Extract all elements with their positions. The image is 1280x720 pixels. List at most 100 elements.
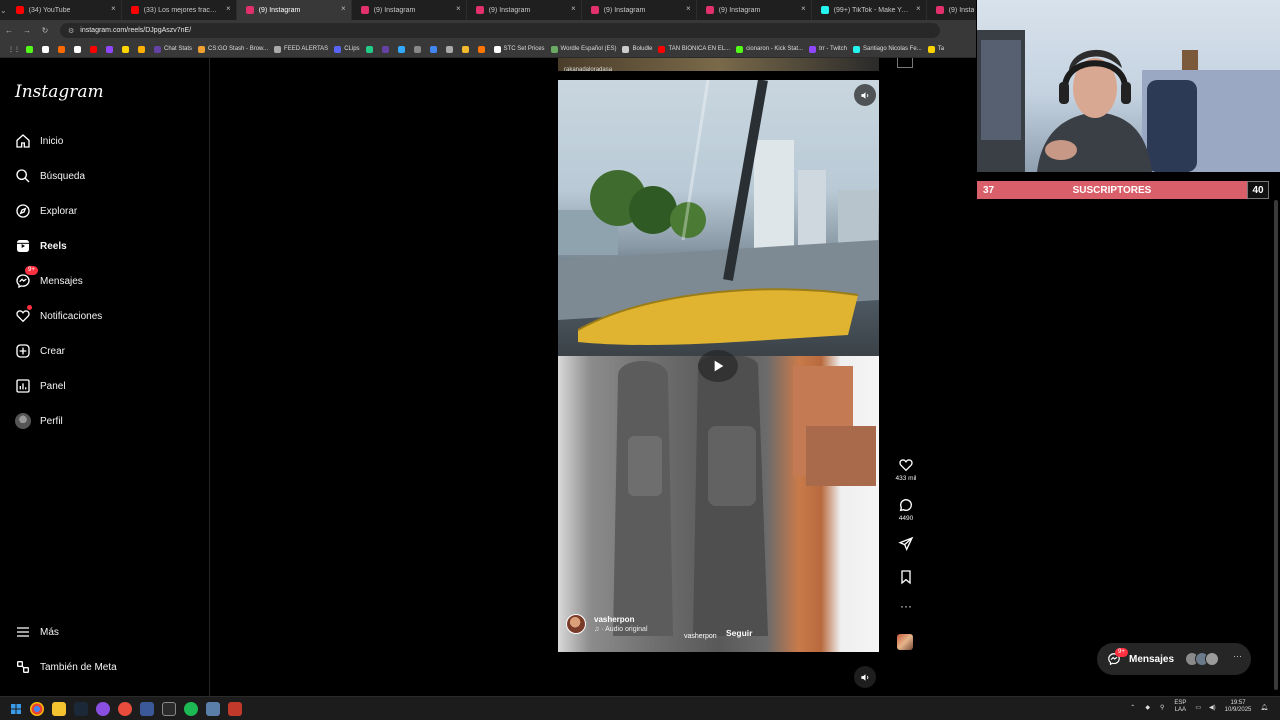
bookmark-item[interactable]: Wordle Español (ES)	[550, 45, 616, 53]
obs-icon[interactable]	[162, 701, 176, 716]
bookmark-item[interactable]	[58, 45, 68, 53]
bookmark-item[interactable]: CLips	[334, 45, 360, 53]
tab-close-icon[interactable]: ×	[226, 5, 231, 13]
notification-bell-icon[interactable]: 🔔︎	[1260, 704, 1268, 711]
volume-icon[interactable]: ◀)	[1209, 704, 1216, 711]
bookmark-item[interactable]	[26, 45, 36, 53]
bookmark-item[interactable]	[122, 45, 132, 53]
chevron-up-icon[interactable]: ⌃	[1130, 704, 1135, 711]
author-username[interactable]: vasherpon	[594, 615, 648, 624]
bookmark-item[interactable]	[461, 45, 472, 53]
bookmark-item[interactable]	[90, 45, 100, 53]
reload-icon[interactable]: ↻	[36, 26, 54, 35]
bookmark-item[interactable]: STC Set Prices	[493, 45, 545, 53]
bookmark-item[interactable]: Chat Stats	[154, 45, 192, 53]
nav-item-meta[interactable]: También de Meta	[15, 655, 117, 679]
bookmark-item[interactable]	[365, 45, 376, 53]
bookmark-item[interactable]: CS:GO Stash - Brow...	[198, 45, 268, 53]
author-avatar[interactable]	[566, 614, 586, 634]
tab-close-icon[interactable]: ×	[341, 5, 346, 13]
steam-icon[interactable]	[74, 701, 88, 716]
previous-reel-audio-thumb[interactable]	[897, 58, 913, 68]
browser-tab[interactable]: (9) Instagram ×	[697, 0, 812, 20]
forward-icon[interactable]: →	[18, 26, 36, 35]
nav-item-mensajes[interactable]: 9+ Mensajes	[15, 266, 83, 293]
browser-tab[interactable]: (9) Instagram ×	[236, 0, 352, 20]
browser-tab[interactable]: (9) Instagram ×	[352, 0, 467, 20]
nav-item-explorar[interactable]: Explorar	[15, 199, 77, 223]
chrome-icon[interactable]	[30, 701, 44, 716]
browser-tab[interactable]: (34) YouTube ×	[7, 0, 122, 20]
bookmark-item[interactable]	[106, 45, 116, 53]
like-action[interactable]: 433 mil	[893, 457, 919, 482]
tab-close-icon[interactable]: ×	[571, 5, 576, 13]
bookmark-item[interactable]	[138, 45, 148, 53]
language-indicator[interactable]: ESP LAA	[1174, 700, 1186, 714]
tab-close-icon[interactable]: ×	[111, 5, 116, 13]
bookmark-item[interactable]: TAN BIONICA EN EL...	[658, 45, 730, 53]
bookmark-item[interactable]: Ta	[927, 45, 944, 53]
bookmark-item[interactable]: FEED ALERTAS	[274, 45, 328, 53]
audio-username[interactable]: vasherpon	[684, 633, 717, 640]
apps-icon[interactable]: ⋮⋮	[8, 46, 20, 53]
nav-item-panel[interactable]: Panel	[15, 374, 66, 398]
bookmark-item[interactable]: Santiago Nicolas Fe...	[852, 45, 922, 53]
messages-pill[interactable]: 9+ Mensajes ···	[1097, 643, 1251, 675]
bookmark-item[interactable]	[445, 45, 456, 53]
app-icon[interactable]	[140, 701, 154, 716]
tab-close-icon[interactable]: ×	[801, 5, 806, 13]
bookmark-item[interactable]	[429, 45, 440, 53]
reel-video[interactable]: vasherpon ♫ · Audio original vasherpon S…	[558, 80, 879, 652]
clock[interactable]: 19:57 10/9/2025	[1225, 700, 1252, 714]
bookmark-item[interactable]	[477, 45, 488, 53]
comment-action[interactable]: 4490	[893, 497, 919, 522]
nav-item-crear[interactable]: Crear	[15, 339, 65, 363]
next-reel-mute-button[interactable]	[854, 666, 876, 688]
save-action[interactable]	[893, 569, 919, 585]
browser-tab[interactable]: (33) Los mejores fracasos vira ×	[122, 0, 237, 20]
nav-item-reels[interactable]: Reels	[15, 234, 67, 258]
audio-label-row[interactable]: ♫ · Audio original	[594, 626, 648, 633]
nav-item-busqueda[interactable]: Búsqueda	[15, 164, 85, 188]
page-scrollbar-thumb[interactable]	[1274, 200, 1278, 690]
browser-tab[interactable]: (9) Instagram ×	[467, 0, 582, 20]
monitor-icon[interactable]: ▭	[1195, 704, 1201, 711]
url-input[interactable]: ⚙ instagram.com/reels/DJpgAszv7nE/	[60, 23, 940, 38]
tab-search-icon[interactable]: ⌄	[0, 0, 7, 20]
previous-reel-sliver[interactable]: rakanadaloradasa	[558, 58, 879, 73]
instagram-logo[interactable]: Instagram	[15, 82, 104, 102]
bookmark-item[interactable]: Boludle	[622, 45, 652, 53]
windows-start-icon[interactable]	[10, 703, 22, 715]
nav-item-notificaciones[interactable]: Notificaciones	[15, 304, 102, 328]
spotify-icon[interactable]	[184, 701, 198, 716]
play-button[interactable]	[698, 350, 738, 382]
app-icon[interactable]	[228, 701, 242, 716]
bookmark-item[interactable]	[381, 45, 392, 53]
bookmark-item[interactable]: cionaron - Kick Stat...	[736, 45, 803, 53]
browser-tab[interactable]: (9) Instagram ×	[582, 0, 697, 20]
bookmark-item[interactable]: trr - Twitch	[809, 45, 847, 53]
tab-close-icon[interactable]: ×	[916, 5, 921, 13]
back-icon[interactable]: ←	[0, 26, 18, 35]
nav-item-mas[interactable]: Más	[15, 620, 59, 644]
mute-button[interactable]	[854, 84, 876, 106]
browser-tab[interactable]: (99+) TikTok - Make Your Day ×	[812, 0, 927, 20]
tab-close-icon[interactable]: ×	[686, 5, 691, 13]
bookmark-item[interactable]	[413, 45, 424, 53]
bookmark-item[interactable]	[42, 45, 52, 53]
discord-icon[interactable]	[96, 701, 110, 716]
site-info-icon[interactable]: ⚙	[68, 27, 74, 35]
more-action[interactable]: ···	[893, 600, 919, 612]
follow-button[interactable]: Seguir	[726, 628, 752, 638]
share-action[interactable]	[893, 536, 919, 552]
app-icon[interactable]	[206, 701, 220, 716]
nav-item-perfil[interactable]: Perfil	[15, 409, 63, 433]
tab-close-icon[interactable]: ×	[456, 5, 461, 13]
usb-icon[interactable]: ⚲	[1160, 704, 1164, 711]
app-icon[interactable]	[118, 701, 132, 716]
bookmark-item[interactable]	[74, 45, 84, 53]
nav-item-inicio[interactable]: Inicio	[15, 129, 63, 153]
bookmark-item[interactable]	[397, 45, 408, 53]
file-explorer-icon[interactable]	[52, 701, 66, 716]
tray-app-icon[interactable]: ◆	[1145, 704, 1150, 711]
